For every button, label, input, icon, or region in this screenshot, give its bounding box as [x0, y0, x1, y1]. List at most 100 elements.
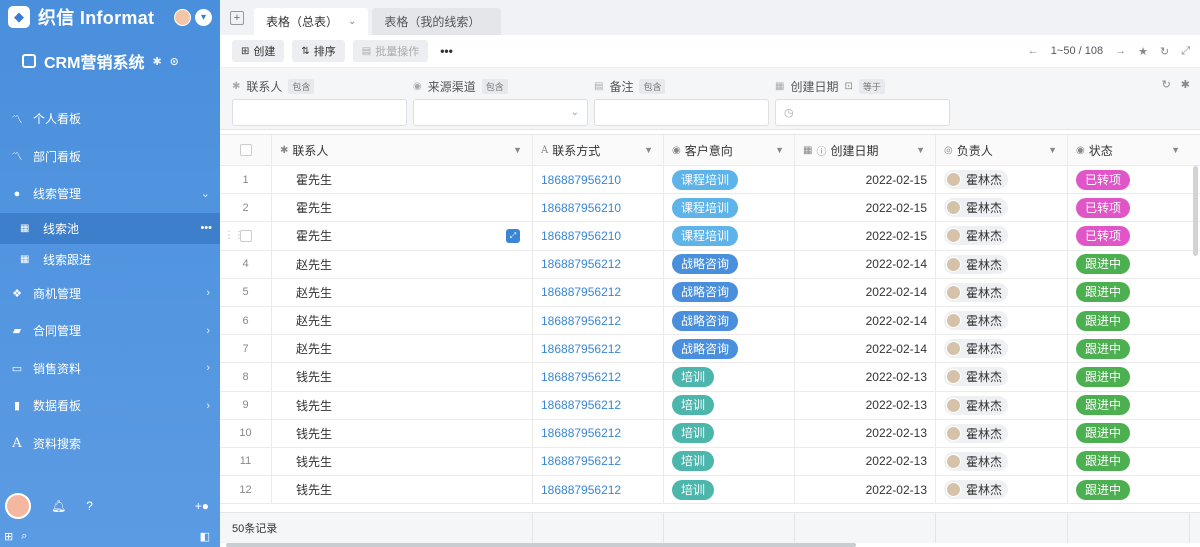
contact-cell[interactable]: 钱先生 [272, 419, 533, 447]
plus-square-icon[interactable]: ⊞ [4, 530, 13, 543]
status-cell[interactable]: 跟进中 [1068, 420, 1190, 447]
sort-button[interactable]: ⇅ 排序 [292, 40, 345, 62]
owner-cell[interactable]: 霍林杰 [936, 391, 1068, 419]
sidebar-subitem-lead-followup[interactable]: ▦ 线索跟进 [0, 244, 220, 275]
next-page-icon[interactable]: → [1115, 45, 1126, 57]
expand-record-icon[interactable]: ⤢ [506, 228, 520, 243]
owner-cell[interactable]: 霍林杰 [936, 447, 1068, 476]
search-icon[interactable]: ⌕ [21, 530, 27, 543]
column-header-owner[interactable]: ◎ 负责人 ▼ [936, 135, 1068, 165]
column-header-phone[interactable]: A 联系方式 ▼ [533, 135, 664, 165]
column-header-intent[interactable]: ◉ 客户意向 ▼ [664, 135, 795, 165]
chevron-down-icon[interactable]: ▼ [916, 145, 925, 155]
bell-icon[interactable]: 🔔︎ [51, 499, 66, 513]
date-cell[interactable]: 2022-02-13 [795, 476, 936, 504]
table-row[interactable]: ⋮⋮ 霍先生 ⤢ 186887956210 课程培训 2022-02-15 霍林… [220, 222, 1200, 251]
phone-link[interactable]: 186887956212 [541, 314, 621, 328]
filter-op-tag[interactable]: 等于 [858, 78, 885, 94]
phone-link[interactable]: 186887956212 [541, 398, 621, 412]
phone-cell[interactable]: 186887956212 [533, 306, 664, 335]
chevron-down-icon[interactable]: ▼ [1048, 145, 1057, 155]
phone-cell[interactable]: 186887956212 [533, 335, 664, 363]
chevron-down-icon[interactable]: ▼ [644, 145, 653, 155]
phone-cell[interactable]: 186887956212 [533, 250, 664, 278]
sidebar-item-leads[interactable]: ● 线索管理 ⌄ [0, 175, 220, 213]
owner-cell[interactable]: 霍林杰 [936, 363, 1068, 391]
current-user-avatar[interactable] [5, 493, 31, 519]
status-cell[interactable]: 已转项 [1068, 222, 1190, 249]
status-cell[interactable]: 跟进中 [1068, 335, 1190, 362]
status-cell[interactable]: 跟进中 [1068, 476, 1190, 503]
filter-op-tag[interactable]: 包含 [481, 78, 508, 94]
add-user-icon[interactable]: +● [195, 499, 209, 513]
sidebar-item-sales-materials[interactable]: ▭ 销售资料 › [0, 350, 220, 388]
table-row[interactable]: 1 霍先生 186887956210 课程培训 2022-02-15 霍林杰 已… [220, 166, 1200, 195]
contact-cell[interactable]: 霍先生 ⤢ [272, 222, 533, 250]
table-row[interactable]: 7 赵先生 186887956212 战略咨询 2022-02-14 霍林杰 跟… [220, 335, 1200, 364]
table-row[interactable]: 10 钱先生 186887956212 培训 2022-02-13 霍林杰 跟进… [220, 419, 1200, 448]
status-cell[interactable]: 跟进中 [1068, 251, 1190, 278]
intent-cell[interactable]: 课程培训 [664, 194, 795, 222]
date-cell[interactable]: 2022-02-15 [795, 166, 936, 194]
sidebar-item-search[interactable]: A 资料搜索 [0, 425, 220, 463]
source-filter-select[interactable]: ⌄ [413, 99, 588, 126]
intent-cell[interactable]: 课程培训 [664, 222, 795, 250]
intent-cell[interactable]: 战略咨询 [664, 278, 795, 306]
phone-cell[interactable]: 186887956210 [533, 194, 664, 222]
phone-link[interactable]: 186887956210 [541, 229, 621, 243]
status-cell[interactable]: 跟进中 [1068, 392, 1190, 419]
contact-cell[interactable]: 钱先生 [272, 476, 533, 504]
filter-op-tag[interactable]: 包含 [639, 78, 666, 94]
intent-cell[interactable]: 培训 [664, 419, 795, 447]
contact-cell[interactable]: 赵先生 [272, 278, 533, 306]
filter-op-tag[interactable]: 包含 [288, 78, 315, 94]
table-row[interactable]: 12 钱先生 186887956212 培训 2022-02-13 霍林杰 跟进… [220, 476, 1200, 505]
settings-circle-icon[interactable]: ⊙ [170, 55, 179, 68]
refresh-icon[interactable]: ↻ [1162, 78, 1171, 91]
contact-cell[interactable]: 钱先生 [272, 391, 533, 419]
star-icon[interactable]: ★ [1138, 45, 1148, 58]
phone-cell[interactable]: 186887956212 [533, 447, 664, 476]
batch-operation-button[interactable]: ▤ 批量操作 [352, 40, 429, 62]
date-cell[interactable]: 2022-02-13 [795, 447, 936, 476]
gear-icon[interactable]: ✱ [152, 55, 161, 68]
chevron-down-icon[interactable]: ▼ [775, 145, 784, 155]
date-cell[interactable]: 2022-02-15 [795, 194, 936, 222]
more-options-icon[interactable]: ••• [440, 44, 453, 58]
contact-cell[interactable]: 霍先生 [272, 166, 533, 194]
owner-cell[interactable]: 霍林杰 [936, 250, 1068, 278]
owner-cell[interactable]: 霍林杰 [936, 306, 1068, 335]
contact-cell[interactable]: 钱先生 [272, 447, 533, 476]
drag-handle-icon[interactable]: ⋮⋮ [224, 230, 244, 241]
sidebar-item-personal-board[interactable]: 〽 个人看板 [0, 100, 220, 138]
date-cell[interactable]: 2022-02-13 [795, 391, 936, 419]
vertical-scrollbar[interactable] [1193, 166, 1198, 256]
status-cell[interactable]: 跟进中 [1068, 279, 1190, 306]
contact-cell[interactable]: 钱先生 [272, 363, 533, 391]
date-cell[interactable]: 2022-02-14 [795, 306, 936, 335]
chevron-down-icon[interactable]: ⌄ [348, 16, 356, 27]
owner-cell[interactable]: 霍林杰 [936, 166, 1068, 194]
date-cell[interactable]: 2022-02-14 [795, 278, 936, 306]
phone-cell[interactable]: 186887956212 [533, 363, 664, 391]
tab-all-table[interactable]: 表格（总表） ⌄ [254, 8, 369, 35]
select-all-checkbox[interactable] [239, 144, 252, 156]
intent-cell[interactable]: 培训 [664, 391, 795, 419]
chevron-down-icon[interactable]: ▼ [1171, 145, 1180, 155]
owner-cell[interactable]: 霍林杰 [936, 335, 1068, 363]
phone-link[interactable]: 186887956210 [541, 201, 621, 215]
intent-cell[interactable]: 课程培训 [664, 166, 795, 194]
owner-cell[interactable]: 霍林杰 [936, 194, 1068, 222]
status-cell[interactable]: 跟进中 [1068, 448, 1190, 475]
table-row[interactable]: 2 霍先生 186887956210 课程培训 2022-02-15 霍林杰 已… [220, 194, 1200, 223]
fullscreen-icon[interactable]: ⤢ [1181, 45, 1190, 58]
phone-cell[interactable]: 186887956210 [533, 222, 664, 250]
contact-cell[interactable]: 赵先生 [272, 335, 533, 363]
column-header-date[interactable]: ▦ ⓘ 创建日期 ▼ [795, 135, 936, 165]
phone-link[interactable]: 186887956212 [541, 370, 621, 384]
owner-cell[interactable]: 霍林杰 [936, 476, 1068, 504]
column-header-contact[interactable]: ✱ 联系人 ▼ [272, 135, 533, 165]
date-cell[interactable]: 2022-02-13 [795, 363, 936, 391]
phone-link[interactable]: 186887956212 [541, 285, 621, 299]
column-header-status[interactable]: ◉ 状态 ▼ [1068, 135, 1190, 165]
